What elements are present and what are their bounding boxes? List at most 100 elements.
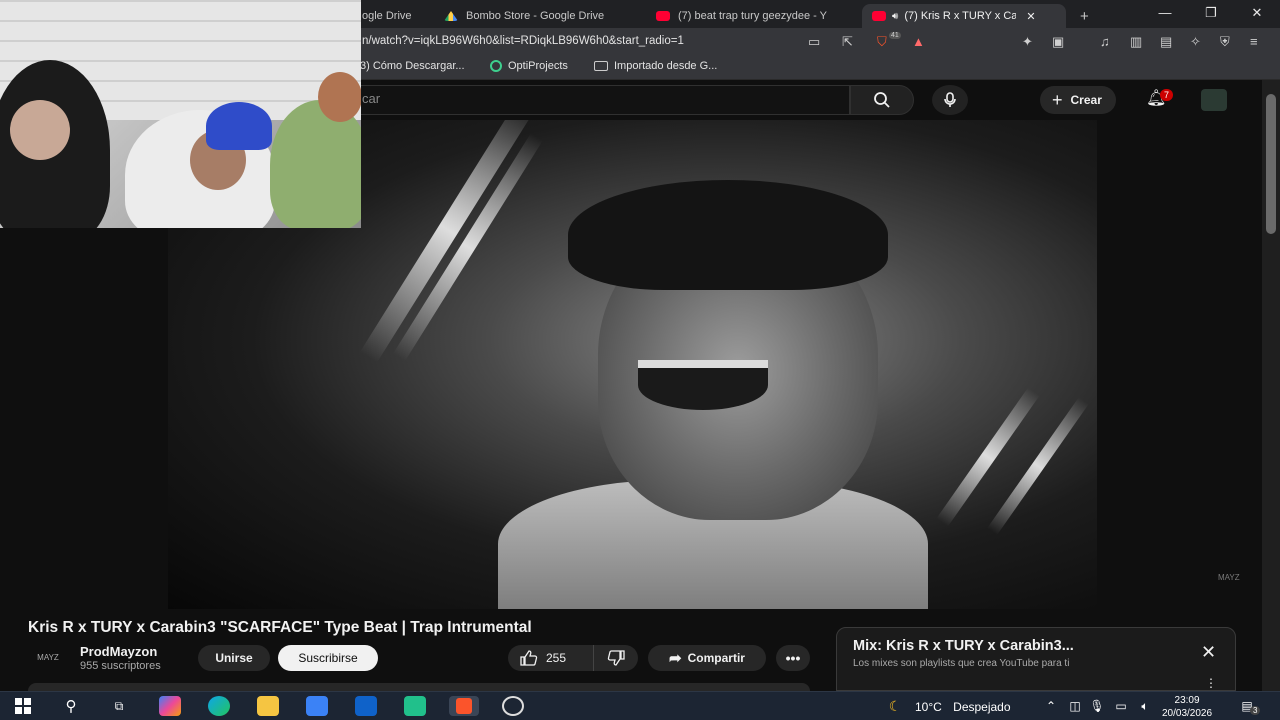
youtube-icon	[656, 11, 670, 21]
search-button[interactable]	[850, 85, 914, 115]
youtube-icon	[872, 11, 886, 21]
microphone-tray-icon[interactable]: 🎙︎	[1086, 696, 1108, 716]
media-icon[interactable]: ♫	[1100, 34, 1110, 49]
share-page-icon[interactable]: ⇱	[842, 34, 853, 50]
tab-beat-trap[interactable]: (7) beat trap tury geezydee - Y	[656, 4, 846, 28]
drive-icon	[444, 11, 458, 21]
vpn-icon[interactable]: ⛨	[1220, 34, 1230, 50]
search-input[interactable]: car	[362, 91, 380, 106]
page-scrollbar[interactable]	[1262, 80, 1280, 691]
restore-button[interactable]: ❐	[1188, 5, 1234, 21]
chevron-up-icon[interactable]: ⌃	[1040, 696, 1062, 716]
clock[interactable]: 23:09 20/03/2026	[1162, 694, 1212, 720]
microphone-icon	[944, 92, 956, 107]
bookmark-label: Importado desde G...	[614, 60, 718, 72]
brave-shield-icon[interactable]: ⛉	[877, 34, 887, 50]
bookmark-optiprojects[interactable]: OptiProjects	[490, 60, 568, 72]
bookmark-label: OptiProjects	[508, 60, 568, 72]
new-tab-button[interactable]: +	[1080, 4, 1096, 28]
like-button[interactable]: 255	[508, 645, 594, 671]
copilot-icon[interactable]	[159, 696, 181, 716]
task-view-icon[interactable]: ⧉	[108, 696, 130, 716]
share-button[interactable]: ➦ Compartir	[648, 645, 766, 671]
video-light-streak	[393, 133, 543, 361]
bookmark-importado[interactable]: Importado desde G...	[594, 60, 717, 72]
bookmark-label: 3) Cómo Descargar...	[360, 60, 465, 72]
close-window-button[interactable]: ✕	[1234, 5, 1280, 21]
more-vertical-icon[interactable]: ⋮	[1205, 676, 1217, 690]
like-dislike-group: 255	[508, 645, 638, 671]
join-button[interactable]: Unirse	[198, 645, 270, 671]
network-icon[interactable]: ▭	[1110, 696, 1132, 716]
channel-logo[interactable]: MAYZ	[30, 647, 66, 667]
notification-count: 3	[1250, 706, 1261, 715]
avatar[interactable]	[1201, 89, 1227, 111]
search-icon	[874, 92, 890, 108]
mix-subtitle: Los mixes son playlists que crea YouTube…	[853, 658, 1070, 669]
search-icon[interactable]: ⚲	[60, 696, 82, 716]
bookmark-como-descargar[interactable]: 3) Cómo Descargar...	[360, 60, 465, 72]
scrollbar-thumb[interactable]	[1266, 94, 1276, 234]
webcam-overlay	[0, 0, 361, 228]
cast-icon[interactable]: ▭	[808, 34, 820, 50]
search-box[interactable]	[300, 85, 850, 115]
create-button[interactable]: + Crear	[1040, 86, 1116, 114]
create-label: Crear	[1070, 93, 1102, 107]
edge-icon[interactable]	[208, 696, 230, 716]
tab-bombo-store[interactable]: Bombo Store - Google Drive	[444, 4, 644, 28]
tab-google-drive[interactable]: ogle Drive	[362, 4, 432, 28]
like-count: 255	[546, 651, 567, 665]
obs-icon[interactable]	[502, 696, 524, 716]
video-light-streak	[936, 387, 1040, 527]
webcam-person-right-face	[318, 72, 361, 122]
app-icon[interactable]	[404, 696, 426, 716]
wallet-icon[interactable]: ▤	[1160, 34, 1172, 50]
dislike-button[interactable]	[594, 645, 638, 671]
leo-ai-icon[interactable]: ✧	[1190, 34, 1201, 50]
menu-icon[interactable]: ≡	[1250, 34, 1258, 49]
tray-app-icon[interactable]: ◫	[1064, 696, 1086, 716]
folder-icon	[594, 61, 608, 71]
store-icon[interactable]	[306, 696, 328, 716]
minimize-button[interactable]: —	[1142, 5, 1188, 20]
video-figure-mouth	[638, 360, 768, 410]
video-figure-cap	[568, 180, 888, 290]
video-light-streak	[360, 120, 536, 363]
tab-close-icon[interactable]: ✕	[1026, 10, 1035, 23]
volume-icon[interactable]: 🔈︎	[1134, 696, 1156, 716]
share-label: Compartir	[687, 651, 745, 665]
notification-badge: 7	[1160, 89, 1174, 101]
sidebar-icon[interactable]: ▥	[1130, 34, 1142, 50]
windows-start-icon[interactable]	[12, 696, 34, 716]
share-icon: ➦	[669, 650, 682, 667]
subscribe-button[interactable]: Suscribirse	[278, 645, 378, 671]
screenshot-icon[interactable]: ▣	[1052, 34, 1064, 50]
outlook-icon[interactable]	[355, 696, 377, 716]
weather-text[interactable]: 10°C Despejado	[915, 700, 1011, 714]
close-icon[interactable]: ✕	[1201, 642, 1216, 663]
video-watermark: MAYZ	[1218, 573, 1240, 582]
more-actions-button[interactable]: •••	[776, 645, 810, 671]
plus-icon: +	[1052, 89, 1063, 110]
thumbs-down-icon	[607, 650, 625, 666]
tab-label: (7) beat trap tury geezydee - Y	[678, 10, 827, 22]
mix-title[interactable]: Mix: Kris R x TURY x Carabin3...	[853, 638, 1074, 654]
moon-weather-icon: ☾	[888, 697, 902, 714]
file-explorer-icon[interactable]	[257, 696, 279, 716]
tab-label: ogle Drive	[362, 10, 412, 22]
url-field[interactable]: n/watch?v=iqkLB96W6h0&list=RDiqkLB96W6h0…	[362, 35, 684, 47]
tab-kris-r-active[interactable]: 🔊︎ (7) Kris R x TURY x Cara ✕	[862, 4, 1066, 28]
description-box[interactable]	[28, 683, 810, 691]
channel-name[interactable]: ProdMayzon	[80, 644, 157, 659]
mix-playlist-panel[interactable]: Mix: Kris R x TURY x Carabin3... Los mix…	[836, 627, 1236, 691]
brave-taskbar-icon[interactable]	[449, 696, 479, 716]
voice-search-button[interactable]	[932, 85, 968, 115]
thumbs-up-icon	[520, 650, 538, 666]
video-light-streak	[987, 397, 1089, 535]
tab-label: Bombo Store - Google Drive	[466, 10, 605, 22]
clock-time: 23:09	[1174, 695, 1200, 706]
extensions-icon[interactable]: ✦	[1022, 34, 1033, 50]
webcam-person-left-face	[10, 100, 70, 160]
weather-condition: Despejado	[953, 700, 1011, 714]
brave-rewards-icon[interactable]: ▲	[912, 34, 925, 49]
